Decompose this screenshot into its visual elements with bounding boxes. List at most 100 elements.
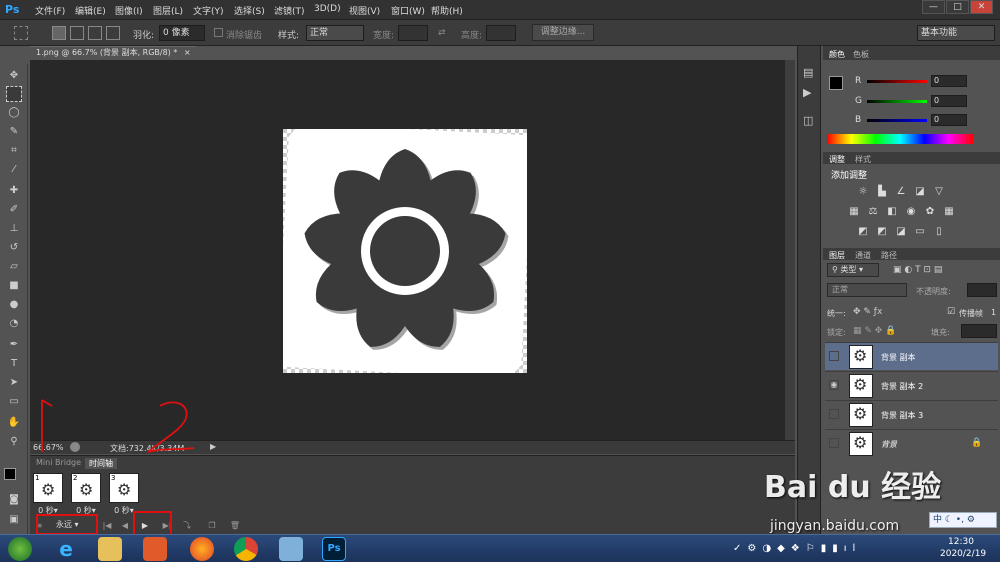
- fill-input[interactable]: [961, 324, 997, 338]
- menu-file[interactable]: 文件(F): [35, 4, 65, 17]
- brightness-icon[interactable]: ☼: [857, 186, 869, 198]
- path-select-tool-icon[interactable]: ➤: [6, 375, 22, 391]
- blend-mode-select[interactable]: 正常: [827, 283, 907, 297]
- layer-visibility-toggle[interactable]: [829, 351, 839, 361]
- quick-mask-icon[interactable]: ◙: [6, 492, 22, 508]
- layer-row[interactable]: ⚙ 背景 副本: [825, 342, 998, 370]
- rectangle-tool-icon[interactable]: ▭: [6, 394, 22, 410]
- close-tab-icon[interactable]: ×: [184, 48, 191, 57]
- tab-adjustments[interactable]: 调整: [829, 154, 845, 165]
- zoom-tool-icon[interactable]: ⚲: [6, 434, 22, 450]
- layer-visibility-toggle[interactable]: [829, 409, 839, 419]
- layer-visibility-toggle[interactable]: [829, 438, 839, 448]
- selective-color-icon[interactable]: ▯: [933, 226, 945, 238]
- status-info-icon[interactable]: [70, 442, 80, 452]
- lock-icons[interactable]: ▦ ✎ ✥ 🔒: [853, 326, 896, 336]
- curves-icon[interactable]: ∠: [895, 186, 907, 198]
- layer-filter-select[interactable]: ⚲ 类型 ▾: [827, 263, 879, 277]
- document-tab[interactable]: 1.png @ 66.7% (背景 副本, RGB/8) * ×: [30, 46, 196, 60]
- layer-row[interactable]: ⚙ 背景 副本 3: [825, 400, 998, 428]
- layer-filter-icons[interactable]: ▣ ◐ T ⊡ ▤: [893, 265, 942, 275]
- screen-mode-icon[interactable]: ▣: [6, 512, 22, 528]
- vertical-scrollbar[interactable]: [785, 60, 795, 440]
- dodge-tool-icon[interactable]: ◔: [6, 316, 22, 332]
- minimize-button[interactable]: —: [922, 0, 945, 14]
- green-slider[interactable]: [867, 100, 927, 103]
- eyedropper-tool-icon[interactable]: ⁄: [6, 162, 22, 178]
- workspace-select[interactable]: 基本功能: [917, 25, 995, 41]
- hand-tool-icon[interactable]: ✋: [6, 415, 22, 431]
- channel-mixer-icon[interactable]: ✿: [924, 206, 936, 218]
- red-slider[interactable]: [867, 80, 927, 83]
- foreground-swatch[interactable]: [829, 76, 843, 90]
- close-button[interactable]: ✕: [970, 0, 993, 14]
- move-tool-icon[interactable]: ✥: [6, 68, 22, 84]
- new-selection-icon[interactable]: [52, 26, 66, 40]
- green-value[interactable]: 0: [931, 95, 967, 107]
- delete-frame-icon[interactable]: 🗑: [228, 520, 242, 532]
- blur-tool-icon[interactable]: ●: [6, 297, 22, 313]
- properties-panel-icon[interactable]: ◫: [803, 114, 817, 128]
- history-panel-icon[interactable]: ▤: [803, 66, 817, 80]
- animation-frame[interactable]: 2 ⚙: [71, 473, 101, 503]
- clone-stamp-tool-icon[interactable]: ⊥: [6, 221, 22, 237]
- width-input[interactable]: [398, 25, 428, 41]
- height-input[interactable]: [486, 25, 516, 41]
- crop-tool-icon[interactable]: ⌗: [6, 143, 22, 159]
- chrome-icon[interactable]: [234, 537, 258, 561]
- opacity-input[interactable]: [967, 283, 997, 297]
- gradient-tool-icon[interactable]: ■: [6, 278, 22, 294]
- status-menu-arrow-icon[interactable]: ▶: [210, 442, 216, 451]
- style-select[interactable]: 正常: [306, 25, 364, 41]
- gradient-map-icon[interactable]: ▭: [914, 226, 926, 238]
- unify-icons[interactable]: ✥ ✎ ƒx: [853, 307, 882, 317]
- history-brush-tool-icon[interactable]: ↺: [6, 240, 22, 256]
- color-balance-icon[interactable]: ⚖: [867, 206, 879, 218]
- brush-tool-icon[interactable]: ✐: [6, 202, 22, 218]
- red-value[interactable]: 0: [931, 75, 967, 87]
- feather-input[interactable]: 0 像素: [159, 25, 205, 41]
- layer-visibility-toggle[interactable]: ◉: [829, 380, 839, 390]
- ime-toolbar[interactable]: 中 ☾ •, ⚙: [929, 512, 997, 528]
- photoshop-taskbar-icon[interactable]: Ps: [322, 537, 346, 561]
- menu-edit[interactable]: 编辑(E): [75, 4, 106, 17]
- maximize-button[interactable]: □: [946, 0, 969, 14]
- blue-value[interactable]: 0: [931, 114, 967, 126]
- marquee-tool-icon[interactable]: [6, 86, 22, 102]
- lasso-tool-icon[interactable]: ◯: [6, 105, 22, 121]
- menu-layer[interactable]: 图层(L): [153, 4, 183, 17]
- marquee-tool-preset-icon[interactable]: [14, 26, 28, 40]
- tab-styles[interactable]: 样式: [855, 154, 871, 165]
- blue-slider[interactable]: [867, 119, 927, 122]
- propagate-checkbox[interactable]: ☑: [947, 307, 955, 317]
- refine-edge-button[interactable]: 调整边缘...: [532, 24, 594, 41]
- layer-name[interactable]: 背景 副本 3: [881, 410, 923, 421]
- menu-view[interactable]: 视图(V): [349, 4, 380, 17]
- black-white-icon[interactable]: ◧: [886, 206, 898, 218]
- animation-frame[interactable]: 3 ⚙: [109, 473, 139, 503]
- add-selection-icon[interactable]: [70, 26, 84, 40]
- tab-mini-bridge[interactable]: Mini Bridge: [32, 458, 85, 467]
- previous-frame-icon[interactable]: ◀: [118, 520, 132, 532]
- photo-filter-icon[interactable]: ◉: [905, 206, 917, 218]
- tab-timeline[interactable]: 时间轴: [85, 458, 117, 469]
- tab-color[interactable]: 颜色: [829, 49, 845, 60]
- clock-time[interactable]: 12:30: [948, 537, 974, 547]
- foreground-color-swatch[interactable]: [4, 468, 16, 480]
- color-spectrum[interactable]: [827, 134, 973, 144]
- type-tool-icon[interactable]: T: [6, 356, 22, 372]
- layer-name[interactable]: 背景 副本: [881, 352, 916, 363]
- firefox-icon[interactable]: [190, 537, 214, 561]
- exposure-icon[interactable]: ◪: [914, 186, 926, 198]
- paint-icon[interactable]: [279, 537, 303, 561]
- antialias-checkbox[interactable]: [214, 28, 223, 37]
- animation-frame[interactable]: 1 ⚙: [33, 473, 63, 503]
- pen-tool-icon[interactable]: ✒: [6, 337, 22, 353]
- layer-name[interactable]: 背景 副本 2: [881, 381, 923, 392]
- system-tray-icons[interactable]: ✓⚙◑◆❖⚐▮▮ıl: [733, 543, 861, 554]
- clock-date[interactable]: 2020/2/19: [940, 549, 986, 559]
- tab-paths[interactable]: 路径: [881, 250, 897, 261]
- menu-image[interactable]: 图像(I): [115, 4, 143, 17]
- layer-row[interactable]: ◉ ⚙ 背景 副本 2: [825, 371, 998, 399]
- hue-icon[interactable]: ▦: [848, 206, 860, 218]
